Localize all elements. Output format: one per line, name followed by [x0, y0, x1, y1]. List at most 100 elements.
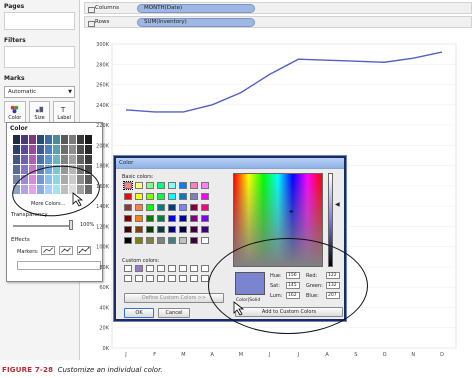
basic-color-swatch[interactable]: [190, 237, 198, 244]
basic-color-swatch[interactable]: [146, 226, 154, 233]
color-swatch[interactable]: [45, 145, 52, 154]
basic-color-swatch[interactable]: [201, 193, 209, 200]
color-swatch[interactable]: [53, 185, 60, 194]
mark-type-select[interactable]: Automatic ▼: [4, 86, 75, 98]
red-input[interactable]: 122: [326, 272, 340, 279]
color-swatch[interactable]: [13, 165, 20, 174]
color-swatch[interactable]: [13, 145, 20, 154]
columns-pill[interactable]: MONTH(Date): [137, 3, 255, 13]
color-swatch[interactable]: [77, 155, 84, 164]
color-swatch[interactable]: [53, 145, 60, 154]
more-colors-link[interactable]: More Colors...: [31, 201, 65, 207]
color-swatch[interactable]: [53, 165, 60, 174]
color-swatch[interactable]: [29, 165, 36, 174]
color-swatch[interactable]: [13, 175, 20, 184]
color-swatch[interactable]: [53, 175, 60, 184]
basic-color-swatch[interactable]: [179, 204, 187, 211]
basic-color-swatch[interactable]: [123, 181, 133, 190]
color-swatch[interactable]: [21, 155, 28, 164]
color-swatch[interactable]: [61, 175, 68, 184]
basic-color-swatch[interactable]: [201, 182, 209, 189]
custom-color-swatch[interactable]: [201, 275, 209, 282]
markers-none-option[interactable]: [41, 246, 55, 255]
color-swatch[interactable]: [37, 135, 44, 144]
color-swatch[interactable]: [37, 175, 44, 184]
columns-shelf[interactable]: Columns MONTH(Date): [84, 2, 472, 14]
cancel-button[interactable]: Cancel: [158, 308, 190, 318]
color-swatch[interactable]: [77, 135, 84, 144]
basic-color-swatch[interactable]: [157, 226, 165, 233]
basic-color-swatch[interactable]: [146, 215, 154, 222]
basic-color-swatch[interactable]: [157, 215, 165, 222]
color-swatch[interactable]: [77, 165, 84, 174]
color-swatch[interactable]: [37, 145, 44, 154]
color-swatch[interactable]: [21, 135, 28, 144]
custom-color-swatch[interactable]: [135, 275, 143, 282]
color-swatch[interactable]: [45, 155, 52, 164]
rows-shelf[interactable]: Rows SUM(Inventory): [84, 16, 472, 28]
markers-auto-option[interactable]: [59, 246, 73, 255]
basic-color-swatch[interactable]: [179, 237, 187, 244]
basic-color-swatch[interactable]: [124, 215, 132, 222]
color-swatch[interactable]: [21, 175, 28, 184]
color-swatch[interactable]: [45, 165, 52, 174]
custom-color-swatch[interactable]: [168, 275, 176, 282]
color-swatch[interactable]: [77, 175, 84, 184]
luminance-slider[interactable]: [328, 173, 333, 267]
custom-color-swatch[interactable]: [168, 265, 176, 272]
color-swatch[interactable]: [21, 145, 28, 154]
lum-input[interactable]: 162: [286, 292, 300, 299]
color-swatch[interactable]: [13, 155, 20, 164]
basic-color-swatch[interactable]: [190, 204, 198, 211]
basic-color-swatch[interactable]: [179, 215, 187, 222]
define-custom-colors-button[interactable]: Define Custom Colors >>: [124, 293, 224, 303]
color-swatch[interactable]: [21, 165, 28, 174]
label-button[interactable]: T Label: [53, 101, 76, 123]
custom-color-swatch[interactable]: [190, 275, 198, 282]
color-swatch[interactable]: [45, 135, 52, 144]
filters-shelf[interactable]: [4, 46, 75, 68]
custom-color-swatch[interactable]: [190, 265, 198, 272]
color-swatch[interactable]: [37, 185, 44, 194]
sat-input[interactable]: 145: [286, 282, 300, 289]
color-swatch[interactable]: [29, 155, 36, 164]
color-swatch[interactable]: [37, 155, 44, 164]
color-swatch[interactable]: [21, 185, 28, 194]
basic-color-swatch[interactable]: [135, 226, 143, 233]
basic-color-swatch[interactable]: [190, 226, 198, 233]
basic-color-swatch[interactable]: [135, 182, 143, 189]
basic-color-swatch[interactable]: [179, 193, 187, 200]
basic-color-swatch[interactable]: [146, 204, 154, 211]
color-swatch[interactable]: [77, 145, 84, 154]
basic-color-swatch[interactable]: [124, 237, 132, 244]
basic-color-swatch[interactable]: [168, 237, 176, 244]
basic-color-swatch[interactable]: [157, 182, 165, 189]
basic-color-swatch[interactable]: [201, 215, 209, 222]
basic-color-swatch[interactable]: [168, 204, 176, 211]
size-button[interactable]: Size: [28, 101, 51, 123]
pages-shelf[interactable]: [4, 12, 75, 30]
color-swatch[interactable]: [61, 145, 68, 154]
color-spectrum[interactable]: [233, 173, 323, 267]
color-swatch[interactable]: [69, 175, 76, 184]
hue-input[interactable]: 156: [286, 272, 300, 279]
custom-color-swatch[interactable]: [201, 265, 209, 272]
custom-color-swatch[interactable]: [124, 275, 132, 282]
color-swatch[interactable]: [29, 145, 36, 154]
basic-color-swatch[interactable]: [201, 237, 209, 244]
basic-color-swatch[interactable]: [201, 204, 209, 211]
ok-button[interactable]: OK: [124, 308, 154, 318]
custom-color-swatch[interactable]: [157, 275, 165, 282]
color-swatch[interactable]: [69, 145, 76, 154]
basic-color-swatch[interactable]: [135, 193, 143, 200]
color-swatch[interactable]: [29, 175, 36, 184]
color-swatch[interactable]: [69, 165, 76, 174]
basic-color-swatch[interactable]: [190, 182, 198, 189]
basic-color-swatch[interactable]: [201, 226, 209, 233]
rows-pill[interactable]: SUM(Inventory): [137, 17, 255, 27]
add-to-custom-colors-button[interactable]: Add to Custom Colors: [235, 307, 343, 317]
custom-color-swatch[interactable]: [146, 275, 154, 282]
basic-color-swatch[interactable]: [135, 237, 143, 244]
basic-color-swatch[interactable]: [135, 204, 143, 211]
transparency-slider-handle[interactable]: [69, 220, 73, 230]
